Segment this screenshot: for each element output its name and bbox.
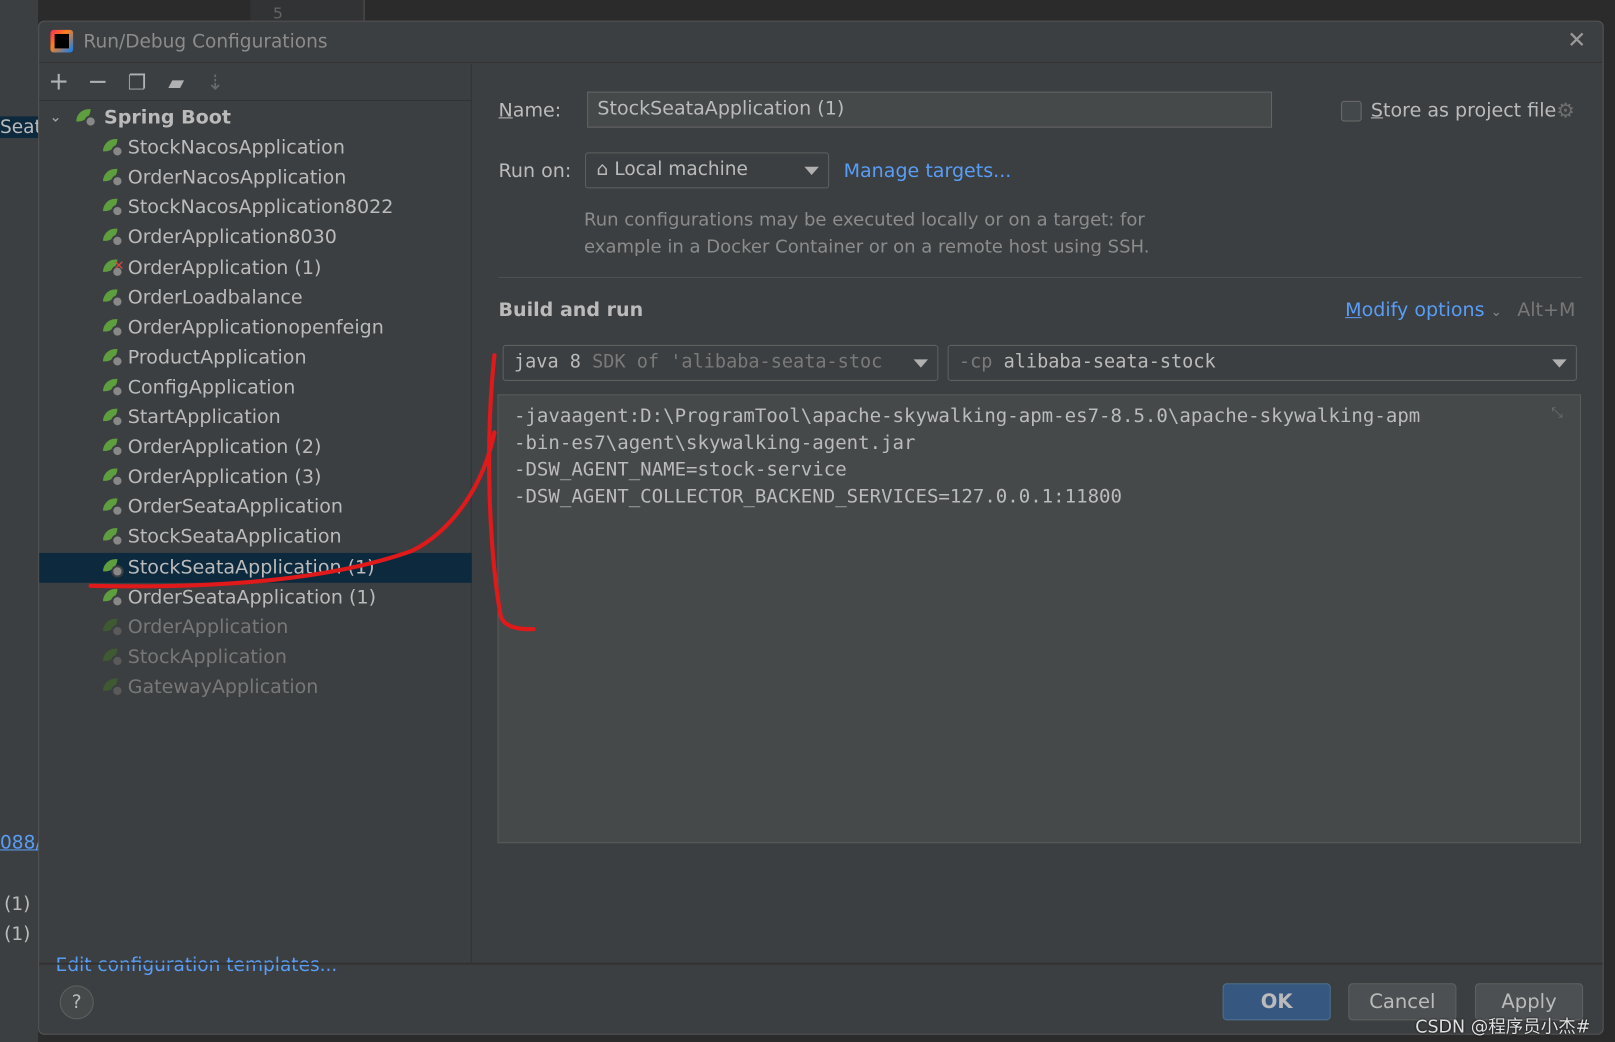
annotation-curve-vertical	[487, 353, 536, 632]
red-annotation	[88, 353, 536, 632]
annotation-underline	[88, 430, 497, 589]
watermark: CSDN @程序员小杰#	[1415, 1017, 1591, 1038]
